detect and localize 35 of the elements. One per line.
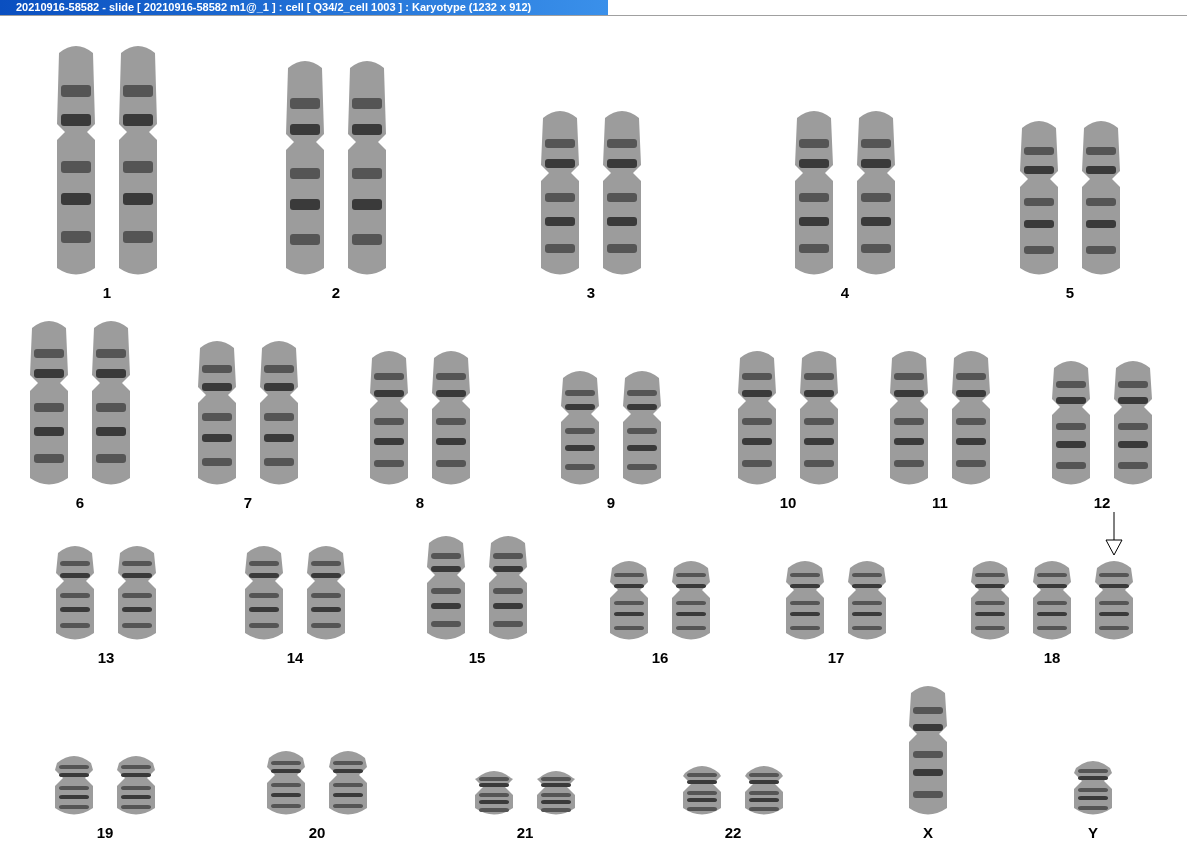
chromosome-label: 9 [606,494,616,512]
window-title: 20210916-58582 - slide [ 20210916-58582 m1@_1 ] : cell [ Q34/2_cell 1003 ] : Karyotype (1232 x 912) [0,0,608,15]
chromosome-label: 4 [840,284,850,302]
chromosome-label: 2 [331,284,341,302]
chromosome-label: 16 [651,649,669,667]
chromosome-drawing [475,771,513,815]
chromosome-label: 5 [1065,284,1075,302]
chromosome-drawing [329,751,367,815]
chromosome-label: 1 [102,284,112,302]
chromosome-label: 7 [243,494,253,512]
chromosome-label: 11 [932,494,948,512]
chromosome-label: 8 [415,494,425,512]
chromosome-label: 14 [286,649,304,667]
chromosome-label: 3 [586,284,596,302]
chromosome-label: 17 [827,649,845,667]
chromosome-label: 13 [97,649,115,667]
chromosome-label: 6 [75,494,85,512]
chromosome-label: 18 [1043,649,1061,667]
chromosome-label: 12 [1093,494,1111,512]
chromosome-drawing [1074,761,1112,815]
chromosome-drawing [537,771,575,815]
chromosome-label: 15 [468,649,486,667]
chromosome-label: X [923,824,933,842]
chromosome-drawing [745,766,783,815]
chromosome-label: 20 [308,824,326,842]
chromosome-drawing [55,756,93,815]
chromosome-drawing [117,756,155,815]
chromosome-label: 22 [724,824,742,842]
chromosome-label: 19 [96,824,114,842]
chromosome-drawing [267,751,305,815]
arrow-icon [1105,512,1123,556]
chromosome-label: 10 [779,494,797,512]
chromosome-label: Y [1088,824,1098,842]
chromosome-drawing [683,766,721,815]
chromosome-label: 21 [516,824,534,842]
